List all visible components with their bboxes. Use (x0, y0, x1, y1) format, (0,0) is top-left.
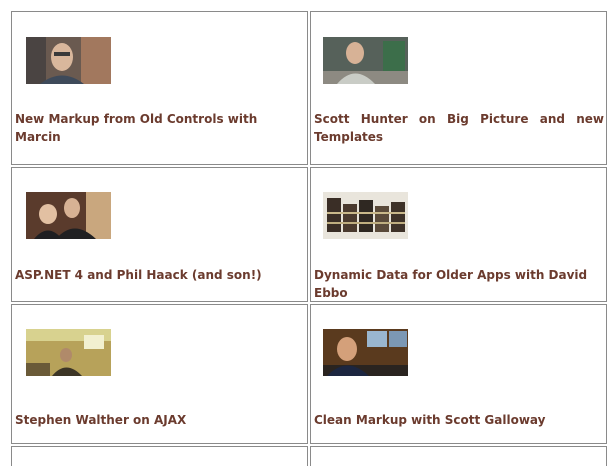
video-thumbnail[interactable] (26, 192, 111, 239)
video-cell: New Markup from Old Controls with Marcin (11, 11, 308, 165)
video-thumbnail[interactable] (323, 192, 408, 239)
video-cell: Scott Hunter on Big Picture and new Temp… (310, 11, 607, 165)
video-cell: Clean Markup with Scott Galloway (310, 304, 607, 444)
video-thumbnail[interactable] (26, 329, 111, 376)
video-cell: Dynamic Data for Older Apps with David E… (310, 167, 607, 302)
video-thumbnail[interactable] (323, 37, 408, 84)
video-title-link[interactable]: New Markup from Old Controls with Marcin (15, 110, 305, 146)
video-cell (310, 446, 607, 466)
video-title-link[interactable]: Clean Markup with Scott Galloway (314, 411, 604, 429)
video-thumbnail[interactable] (26, 37, 111, 84)
video-cell: Stephen Walther on AJAX (11, 304, 308, 444)
video-cell (11, 446, 308, 466)
video-title-link[interactable]: Scott Hunter on Big Picture and new Temp… (314, 110, 604, 146)
video-cell: ASP.NET 4 and Phil Haack (and son!) (11, 167, 308, 302)
video-title-link[interactable]: ASP.NET 4 and Phil Haack (and son!) (15, 266, 305, 284)
video-title-link[interactable]: Dynamic Data for Older Apps with David E… (314, 266, 606, 302)
video-title-link[interactable]: Stephen Walther on AJAX (15, 411, 305, 429)
video-thumbnail[interactable] (323, 329, 408, 376)
